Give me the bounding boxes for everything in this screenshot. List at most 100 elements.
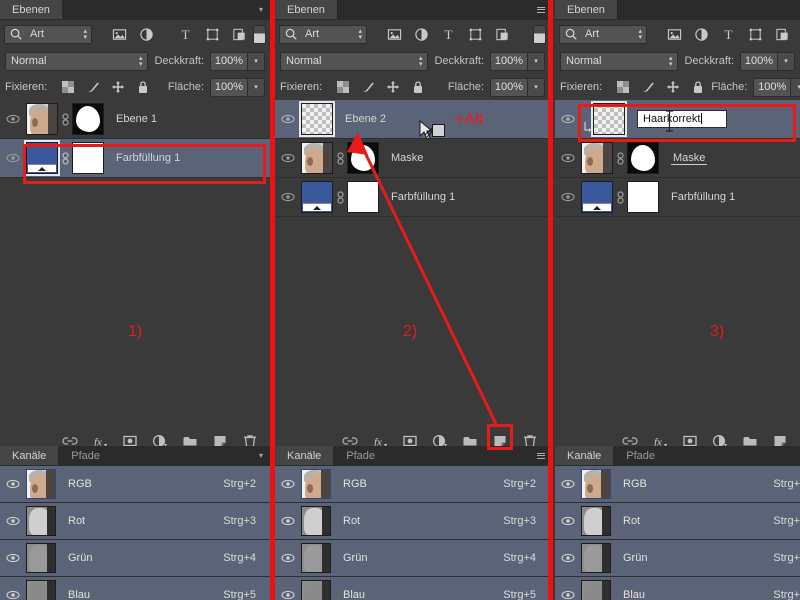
channel-visibility-icon[interactable] <box>555 553 581 563</box>
blend-mode-select[interactable]: Normal ▴ ▾ <box>5 51 149 71</box>
layer-mask-thumbnail[interactable] <box>72 103 104 135</box>
layer-mask-thumbnail[interactable] <box>347 181 379 213</box>
blend-mode-stepper-icon[interactable]: ▴ ▾ <box>419 55 423 68</box>
table-row[interactable]: Ebene 2 <box>275 100 550 139</box>
tab-kanaele[interactable]: Kanäle <box>555 446 615 465</box>
layer-mask-link-icon[interactable] <box>58 112 72 126</box>
channel-thumbnail[interactable] <box>581 506 611 536</box>
list-item[interactable]: Rot Strg+ <box>555 503 800 540</box>
channels-panel-menu-icon[interactable]: ▾ <box>252 446 270 465</box>
lock-transparency-icon[interactable] <box>616 80 630 94</box>
opacity-dropdown-icon[interactable]: ▾ <box>778 51 795 71</box>
layer-thumbnail[interactable] <box>581 181 613 213</box>
channel-thumbnail[interactable] <box>301 543 331 573</box>
lock-position-icon[interactable] <box>111 80 125 94</box>
channel-thumbnail[interactable] <box>581 469 611 499</box>
channel-thumbnail[interactable] <box>581 543 611 573</box>
channel-visibility-icon[interactable] <box>0 553 26 563</box>
table-row[interactable]: Farbfüllung 1 <box>0 139 270 178</box>
table-row[interactable]: Farbfüllung 1 <box>555 178 800 217</box>
opacity-control[interactable]: 100% ▾ <box>490 51 545 71</box>
opacity-value[interactable]: 100% <box>740 51 778 71</box>
opacity-value[interactable]: 100% <box>490 51 528 71</box>
channel-visibility-icon[interactable] <box>275 553 301 563</box>
adjustment-layer-filter-icon[interactable] <box>414 27 429 42</box>
tab-pfade[interactable]: Pfade <box>59 446 114 465</box>
tab-ebenen[interactable]: Ebenen <box>555 0 618 19</box>
table-row[interactable]: Farbfüllung 1 <box>275 178 550 217</box>
tab-kanaele[interactable]: Kanäle <box>0 446 60 465</box>
fill-control[interactable]: 100% ▾ <box>490 77 545 97</box>
type-layer-filter-icon[interactable]: T <box>721 27 736 42</box>
layer-visibility-icon[interactable] <box>275 192 301 202</box>
opacity-control[interactable]: 100% ▾ <box>740 51 795 71</box>
list-item[interactable]: Rot Strg+3 <box>275 503 550 540</box>
channel-thumbnail[interactable] <box>301 469 331 499</box>
tab-pfade[interactable]: Pfade <box>334 446 389 465</box>
lock-transparency-icon[interactable] <box>61 80 75 94</box>
layer-thumbnail[interactable] <box>581 142 613 174</box>
smart-object-filter-icon[interactable] <box>775 27 790 42</box>
list-item[interactable]: Rot Strg+3 <box>0 503 270 540</box>
channel-thumbnail[interactable] <box>581 580 611 600</box>
layer-visibility-icon[interactable] <box>275 153 301 163</box>
layer-thumbnail[interactable] <box>591 101 627 137</box>
lock-image-icon[interactable] <box>361 80 375 94</box>
fill-control[interactable]: 100% ▾ <box>753 77 800 97</box>
lock-transparency-icon[interactable] <box>336 80 350 94</box>
blend-mode-stepper-icon[interactable]: ▴ ▾ <box>669 55 673 68</box>
layer-thumbnail[interactable] <box>299 101 335 137</box>
list-item[interactable]: RGB Strg+2 <box>0 466 270 503</box>
layer-thumbnail[interactable] <box>301 142 333 174</box>
lock-position-icon[interactable] <box>666 80 680 94</box>
layer-visibility-icon[interactable] <box>0 114 26 124</box>
adjustment-layer-filter-icon[interactable] <box>139 27 154 42</box>
panel-menu-icon[interactable]: ▾ <box>252 0 270 19</box>
pixel-layer-filter-icon[interactable] <box>667 27 682 42</box>
lock-image-icon[interactable] <box>641 80 655 94</box>
list-item[interactable]: RGB Strg+ <box>555 466 800 503</box>
layer-name[interactable]: Ebene 2 <box>345 113 386 125</box>
kind-filter-stepper-icon[interactable]: ▴ ▾ <box>358 28 362 41</box>
smart-object-filter-icon[interactable] <box>232 27 247 42</box>
channel-visibility-icon[interactable] <box>0 516 26 526</box>
fill-control[interactable]: 100% ▾ <box>210 77 265 97</box>
table-row[interactable]: Maske <box>275 139 550 178</box>
list-item[interactable]: Grün Strg+ <box>555 540 800 577</box>
layer-kind-filter[interactable]: Art ▴ ▾ <box>279 24 367 44</box>
lock-image-icon[interactable] <box>86 80 100 94</box>
list-item[interactable]: Grün Strg+4 <box>275 540 550 577</box>
layer-kind-filter[interactable]: Art ▴ ▾ <box>4 24 92 44</box>
fill-dropdown-icon[interactable]: ▾ <box>791 77 800 97</box>
table-row[interactable]: Haarkorrekt <box>555 100 800 139</box>
layer-mask-link-icon[interactable] <box>58 151 72 165</box>
layer-thumbnail[interactable] <box>26 103 58 135</box>
pixel-layer-filter-icon[interactable] <box>387 27 402 42</box>
channel-visibility-icon[interactable] <box>275 516 301 526</box>
channel-visibility-icon[interactable] <box>275 590 301 600</box>
layer-mask-link-icon[interactable] <box>333 190 347 204</box>
smart-object-filter-icon[interactable] <box>495 27 510 42</box>
blend-mode-stepper-icon[interactable]: ▴ ▾ <box>139 55 143 68</box>
list-item[interactable]: Blau Strg+5 <box>0 577 270 600</box>
kind-filter-stepper-icon[interactable]: ▴ ▾ <box>83 28 87 41</box>
table-row[interactable]: Ebene 1 <box>0 100 270 139</box>
tab-ebenen[interactable]: Ebenen <box>0 0 63 19</box>
channel-visibility-icon[interactable] <box>555 516 581 526</box>
layer-mask-thumbnail[interactable] <box>627 142 659 174</box>
channel-visibility-icon[interactable] <box>275 479 301 489</box>
channel-visibility-icon[interactable] <box>555 590 581 600</box>
table-row[interactable]: Maske <box>555 139 800 178</box>
layer-thumbnail[interactable] <box>24 140 60 176</box>
type-layer-filter-icon[interactable]: T <box>441 27 456 42</box>
filter-toggle-switch[interactable] <box>253 24 266 44</box>
channel-thumbnail[interactable] <box>301 580 331 600</box>
fill-value[interactable]: 100% <box>753 77 792 97</box>
channel-thumbnail[interactable] <box>26 506 56 536</box>
shape-layer-filter-icon[interactable] <box>205 27 220 42</box>
tab-kanaele[interactable]: Kanäle <box>275 446 335 465</box>
layer-mask-link-icon[interactable] <box>613 151 627 165</box>
kind-filter-stepper-icon[interactable]: ▴ ▾ <box>638 28 642 41</box>
layer-visibility-icon[interactable] <box>555 192 581 202</box>
layer-name[interactable]: Farbfüllung 1 <box>116 152 180 164</box>
